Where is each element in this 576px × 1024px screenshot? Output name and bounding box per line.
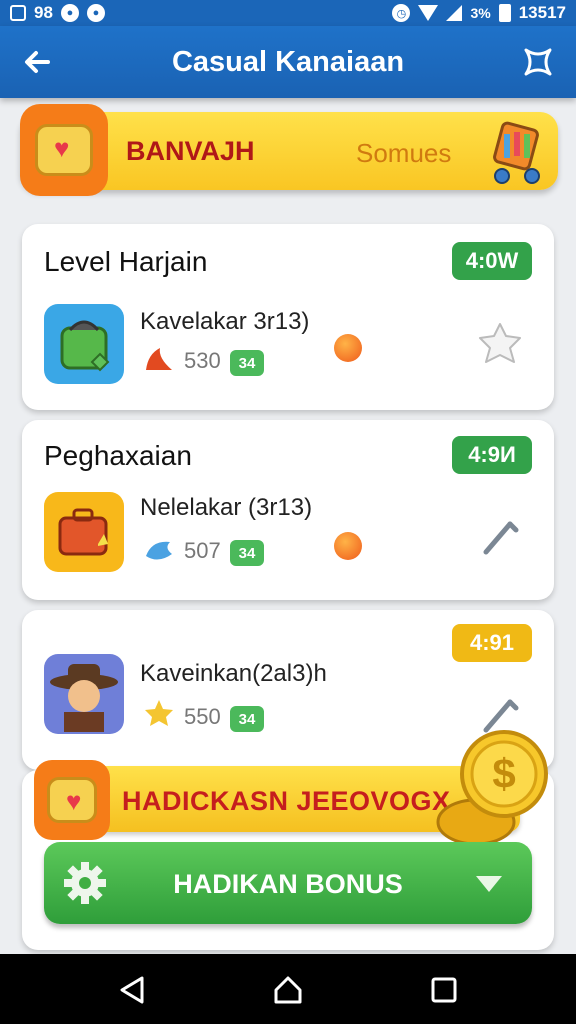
svg-text:$: $ [492,750,515,797]
treasure-chest-icon [20,104,108,196]
progress-card[interactable]: Peghaxaian 4:9И Nelelakar (3r13) 507 34 [22,420,554,600]
star-icon[interactable] [476,320,524,368]
header-banner[interactable]: BANVAJH Somues [20,104,558,196]
status-left-text: 98 [34,3,53,22]
stat-value: 550 [184,704,221,729]
time-badge: 4:91 [452,624,532,662]
chevron-down-icon [476,876,502,892]
time-badge: 4:0W [452,242,532,280]
bonus-ribbon-text: HADICKASN JEEOVOGX [122,786,451,816]
treasure-chest-icon [34,760,110,840]
alarm-icon: ◷ [392,4,411,22]
cowboy-avatar-icon [44,654,124,734]
edit-pencil-icon[interactable] [476,512,524,560]
star-badge-icon [145,700,173,726]
stat-badge: 34 [230,350,264,376]
bonus-button-label: HADIKAN BONUS [173,869,403,899]
system-nav-bar [0,954,576,1024]
location-pin-icon [334,334,362,362]
item-name: Kavelakar 3r13) [140,308,310,335]
arrow-left-icon[interactable] [18,42,58,82]
card-title: Peghaxaian [44,440,192,471]
status-time: 13517 [518,3,566,22]
status-bar: 98 ● ● ◷ 3% 13517 [0,0,576,26]
banner-subtitle: Somues [356,138,452,168]
card-title: Level Harjain [44,246,208,277]
page-title: Casual Kanaiaan [171,45,405,78]
signal-icon [446,5,463,21]
notification-icon [10,5,26,21]
stat-value: 507 [184,538,221,563]
location-pin-icon [334,532,362,560]
bird-icon [146,541,172,560]
app-bar: Casual Kanaiaan [0,26,576,98]
stat-badge: 34 [230,706,264,732]
battery-percent: 3% [470,5,491,21]
item-name: Kaveinkan(2al3)h [140,660,327,687]
level-card[interactable]: Level Harjain 4:0W Kavelakar 3r13) 530 3… [22,224,554,410]
backpack-icon [44,304,124,384]
fire-icon [146,348,172,370]
time-badge: 4:9И [452,436,532,474]
recents-square-icon[interactable] [426,972,462,1008]
close-x-icon[interactable] [518,42,558,82]
stat-value: 530 [184,348,221,373]
bonus-button[interactable]: HADIKAN BONUS [44,842,532,924]
status-right: ◷ 3% 13517 [392,3,566,23]
home-icon[interactable] [270,972,306,1008]
back-triangle-icon[interactable] [114,972,150,1008]
status-left: 98 ● ● [10,3,105,23]
app-notification-icon: ● [60,4,79,22]
wifi-icon [418,5,439,21]
briefcase-icon [44,492,124,572]
gold-coins-icon: $ [436,730,548,846]
banner-title: BANVAJH [126,136,255,166]
toy-cart-icon [493,121,540,184]
chat-notification-icon: ● [86,4,105,22]
battery-icon [498,4,511,22]
stat-badge: 34 [230,540,264,566]
item-name: Nelelakar (3r13) [140,494,313,521]
